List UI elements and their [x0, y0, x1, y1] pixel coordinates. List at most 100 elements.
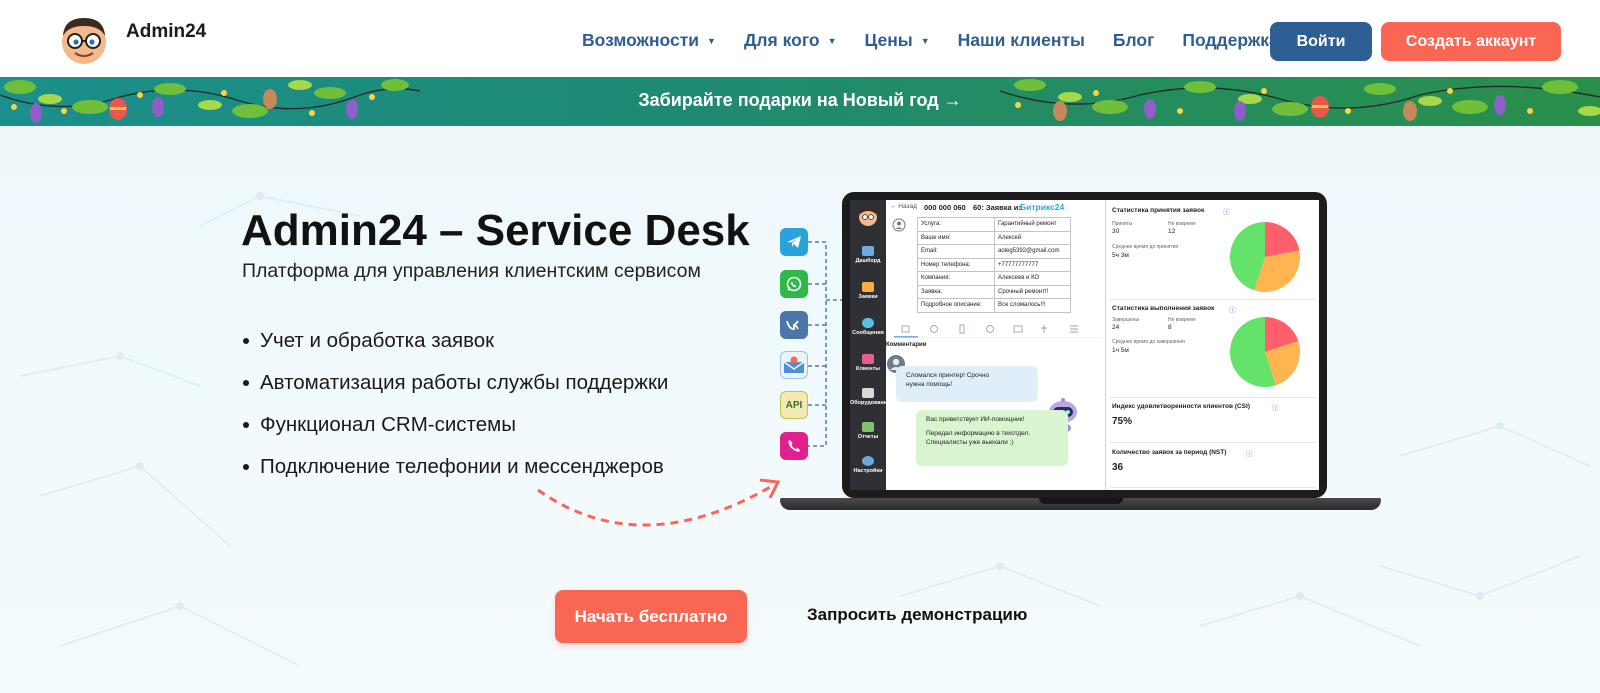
hero-title: Admin24 – Service Desk [241, 206, 750, 255]
message-text: нужна помощь! [906, 381, 953, 388]
nav-item-audience[interactable]: Для кого ▼ [744, 30, 837, 51]
sidebar-item-reports[interactable]: Отчеты [850, 422, 886, 440]
start-free-button[interactable]: Начать бесплатно [555, 590, 747, 643]
ticket-form-table: Услуга: Гарантийный ремонт Ваше имя: Алекс… [917, 217, 1071, 313]
table-cell: Компания: [917, 271, 995, 286]
help-icon[interactable]: ⓘ [1223, 206, 1230, 216]
feature-list: Учет и обработка заявок Автоматизация ра… [243, 320, 668, 488]
dashed-arrow-decoration [537, 478, 781, 527]
sidebar-item-label: Дашборд [855, 258, 881, 264]
stat-value: 30 [1112, 228, 1120, 235]
bullet-icon [243, 422, 249, 428]
nav-label: Поддержка [1182, 30, 1279, 50]
signup-button[interactable]: Создать аккаунт [1381, 22, 1561, 61]
sidebar-item-messages[interactable]: Сообщения [850, 318, 886, 336]
app-sidebar: Дашборд Заявки Сообщения Клиенты Оборудо… [850, 200, 890, 490]
sidebar-item-label: Сообщения [852, 330, 884, 336]
stat-value: 5ч 3м [1112, 252, 1129, 259]
logo[interactable]: Admin24 [56, 12, 206, 66]
table-row: Услуга: Гарантийный ремонт [917, 217, 1071, 232]
table-cell: Заявка: [917, 284, 995, 299]
table-cell: Срочный ремонт!! [994, 284, 1071, 299]
dashboard-icon [862, 246, 874, 256]
main-nav: Возможности ▼ Для кого ▼ Цены ▼ Наши клиент… [582, 30, 1307, 51]
table-cell: aoleg5392@gmail.com [994, 244, 1071, 259]
table-row: Email: aoleg5392@gmail.com [917, 244, 1071, 259]
sidebar-item-clients[interactable]: Клиенты [850, 354, 886, 372]
table-cell: Email: [917, 244, 995, 259]
panel-title: Количество заявок за период (NST) [1112, 449, 1227, 456]
caret-down-icon: ▼ [920, 35, 930, 46]
table-cell: Услуга: [917, 217, 995, 232]
feature-text: Учет и обработка заявок [260, 329, 495, 352]
ticket-source: Битрикс24 [1020, 202, 1065, 212]
panel-title: Индекс удовлетворенности клиентов (CSI) [1112, 403, 1250, 410]
csi-panel: Индекс удовлетворенности клиентов (CSI) … [1110, 399, 1315, 443]
nst-value: 36 [1112, 462, 1124, 473]
stat-label: Не вовремя [1168, 317, 1196, 323]
sidebar-item-label: Настройки [853, 468, 883, 474]
stat-value: 8 [1168, 324, 1172, 331]
site-header: Admin24 Возможности ▼ Для кого ▼ Цены ▼ Наш… [0, 0, 1600, 77]
ticket-tabs[interactable] [892, 322, 1102, 338]
user-icon [892, 218, 906, 232]
stat-label: Приняты [1112, 221, 1133, 227]
feature-text: Функционал CRM-системы [260, 413, 516, 436]
accept-stats-panel: Статистика принятия заявок ⓘ Приняты 30 … [1110, 200, 1315, 300]
stat-label: Завершены [1112, 317, 1140, 323]
nav-label: Цены [864, 30, 913, 50]
back-link[interactable]: ← Назад [890, 203, 917, 210]
report-icon [862, 422, 874, 432]
nst-panel: Количество заявок за период (NST) ⓘ 36 [1110, 444, 1315, 488]
table-cell: Алексей [994, 230, 1071, 245]
nav-item-support[interactable]: Поддержка [1182, 30, 1278, 51]
sidebar-item-label: Отчеты [857, 434, 879, 440]
sidebar-item-settings[interactable]: Настройки [850, 456, 886, 474]
help-icon[interactable]: ⓘ [1229, 304, 1236, 314]
csi-value: 75% [1112, 416, 1133, 427]
help-icon[interactable]: ⓘ [1246, 448, 1253, 458]
bot-message: Вас приветствует ИИ-помощник! Передал ин… [916, 410, 1068, 466]
table-cell: Ваше имя: [917, 230, 995, 245]
avatar [859, 207, 877, 226]
promo-banner[interactable]: Забирайте подарки на Новый год → [0, 77, 1600, 126]
stat-label: Не вовремя [1168, 221, 1196, 227]
accept-pie-chart [1230, 222, 1300, 292]
panel-divider [1105, 200, 1106, 490]
message-text: Вас приветствует ИИ-помощник! [926, 416, 1025, 423]
comments-label: Комментарии [886, 342, 927, 348]
table-cell: Номер телефона: [917, 257, 995, 272]
nav-item-blog[interactable]: Блог [1113, 30, 1154, 51]
sidebar-item-label: Клиенты [855, 366, 880, 372]
panel-title: Статистика принятия заявок [1112, 207, 1205, 214]
nav-label: Блог [1112, 30, 1155, 50]
ticket-title: 60: Заявка из [973, 203, 1023, 212]
table-row: Номер телефона: +77777777777 [917, 257, 1071, 272]
table-row: Ваше имя: Алексей [917, 230, 1071, 245]
table-row: Подробное описание: Все сломалось!!! [917, 298, 1071, 313]
nav-item-prices[interactable]: Цены ▼ [865, 30, 930, 51]
bullet-icon [243, 380, 249, 386]
sidebar-item-equipment[interactable]: Оборудование [850, 388, 890, 406]
nav-item-features[interactable]: Возможности ▼ [582, 30, 716, 51]
users-icon [862, 354, 874, 364]
nav-label: Возможности [582, 30, 700, 50]
gear-icon [862, 456, 874, 466]
done-stats-panel: Статистика выполнения заявок ⓘ Завершены… [1110, 301, 1315, 398]
request-demo-link[interactable]: Запросить демонстрацию [807, 605, 1027, 625]
stat-value: 12 [1168, 228, 1176, 235]
ticket-number: 000 000 060 [924, 203, 966, 212]
stat-value: 24 [1112, 324, 1120, 331]
help-icon[interactable]: ⓘ [1272, 402, 1279, 412]
hero-section: Admin24 – Service Desk Платформа для упр… [0, 126, 1600, 693]
nav-item-clients[interactable]: Наши клиенты [958, 30, 1085, 51]
sidebar-item-dashboard[interactable]: Дашборд [850, 246, 886, 264]
feature-text: Автоматизация работы службы поддержки [260, 371, 669, 394]
login-button[interactable]: Войти [1270, 22, 1372, 61]
bullet-icon [243, 338, 249, 344]
table-cell: Все сломалось!!! [994, 298, 1071, 313]
laptop-notch [1039, 498, 1123, 504]
stat-label: Среднее время до завершения [1112, 339, 1185, 345]
sidebar-item-label: Оборудование [850, 400, 891, 406]
sidebar-item-tickets[interactable]: Заявки [850, 282, 886, 300]
